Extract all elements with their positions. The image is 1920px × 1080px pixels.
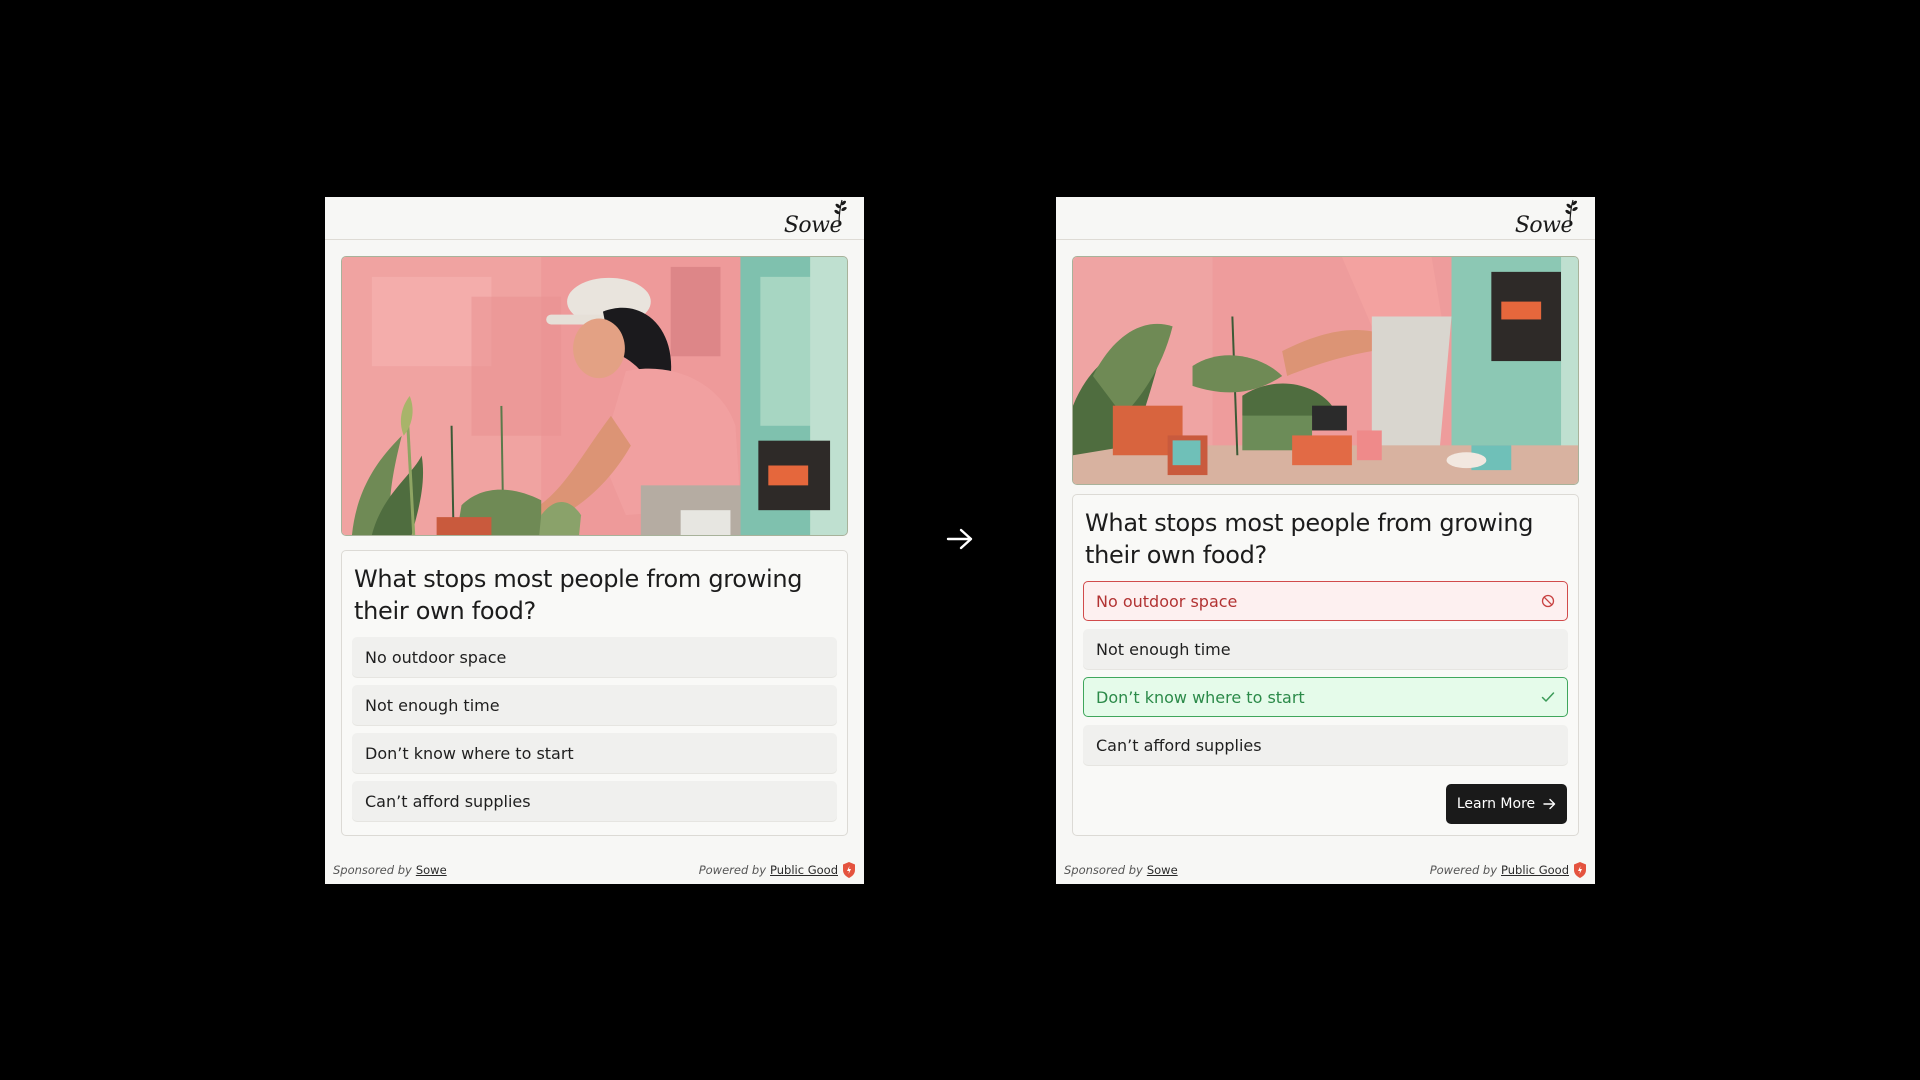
option-dont-know-where-to-start[interactable]: Don’t know where to start (352, 733, 837, 773)
public-good-link[interactable]: Public Good (1501, 863, 1569, 877)
option-dont-know-where-to-start-correct[interactable]: Don’t know where to start (1083, 677, 1568, 717)
question-text: What stops most people from growing thei… (354, 565, 803, 625)
sponsored-text: Sponsored by (333, 863, 412, 877)
quiz-widget-before: Sowe What stops most people from growing… (325, 197, 864, 884)
hero-image-gardener (341, 256, 848, 536)
shield-icon (843, 862, 855, 878)
sprig-icon (834, 199, 847, 225)
option-label: Don’t know where to start (1096, 687, 1305, 707)
widget-header: Sowe (325, 197, 864, 240)
arrow-right-icon (946, 528, 973, 550)
option-no-outdoor-space[interactable]: No outdoor space (352, 637, 837, 677)
option-label: Can’t afford supplies (1096, 735, 1262, 755)
answer-options: No outdoor space Not enough time Don’t k… (352, 637, 837, 821)
option-not-enough-time[interactable]: Not enough time (352, 685, 837, 725)
option-not-enough-time[interactable]: Not enough time (1083, 629, 1568, 669)
sponsor-link[interactable]: Sowe (1147, 863, 1178, 877)
sponsored-text: Sponsored by (1064, 863, 1143, 877)
option-label: No outdoor space (1096, 591, 1238, 611)
option-label: Don’t know where to start (365, 743, 574, 763)
hero-image-plants (1072, 256, 1579, 485)
widget-header: Sowe (1056, 197, 1595, 240)
sowe-logo[interactable]: Sowe (784, 199, 847, 237)
sprig-icon (1565, 199, 1578, 225)
option-label: No outdoor space (365, 647, 507, 667)
quiz-widget-after: Sowe What stops most people from growing… (1056, 197, 1595, 884)
option-label: Not enough time (365, 695, 500, 715)
powered-text: Powered by (698, 863, 767, 877)
option-no-outdoor-space-incorrect[interactable]: No outdoor space (1083, 581, 1568, 621)
learn-more-label: Learn More (1456, 796, 1536, 812)
widget-footer: Sponsored by Sowe Powered by Public Good (1056, 856, 1595, 884)
powered-by: Powered by Public Good (699, 862, 856, 878)
option-cant-afford-supplies[interactable]: Can’t afford supplies (1083, 725, 1568, 765)
widget-footer: Sponsored by Sowe Powered by Public Good (325, 856, 864, 884)
sowe-logo[interactable]: Sowe (1515, 199, 1578, 237)
sponsored-by: Sponsored by Sowe (1064, 863, 1178, 877)
option-label: Not enough time (1096, 639, 1231, 659)
powered-by: Powered by Public Good (1430, 862, 1587, 878)
sponsored-by: Sponsored by Sowe (333, 863, 447, 877)
arrow-right-icon (1543, 798, 1556, 810)
powered-text: Powered by (1429, 863, 1498, 877)
learn-more-button[interactable]: Learn More (1446, 784, 1567, 824)
check-icon (1541, 691, 1555, 703)
question-card: What stops most people from growing thei… (1072, 494, 1579, 836)
block-icon (1541, 594, 1555, 608)
public-good-link[interactable]: Public Good (770, 863, 838, 877)
answer-options: No outdoor space Not enough time Don’t k… (1083, 581, 1568, 765)
option-label: Can’t afford supplies (365, 791, 531, 811)
question-card: What stops most people from growing thei… (341, 550, 848, 836)
option-cant-afford-supplies[interactable]: Can’t afford supplies (352, 781, 837, 821)
question-text: What stops most people from growing thei… (1085, 509, 1534, 569)
sponsor-link[interactable]: Sowe (416, 863, 447, 877)
shield-icon (1574, 862, 1586, 878)
